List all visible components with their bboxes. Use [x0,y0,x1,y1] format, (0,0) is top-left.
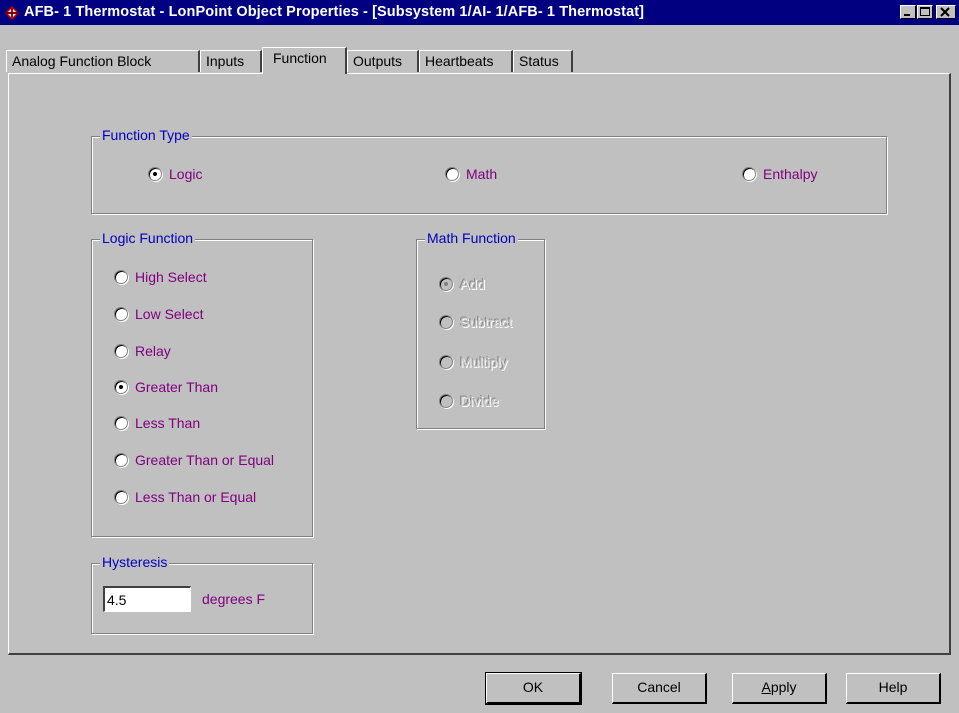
hysteresis-group: Hysteresis 4.5 degrees F [91,554,313,634]
function-tab-panel: Function Type Logic Math Enthalpy Logic … [8,73,951,655]
radio-label: Enthalpy [763,166,818,182]
function-type-group: Function Type Logic Math Enthalpy [91,127,887,214]
tab-label: Status [519,53,559,69]
radio-circle [439,394,453,408]
function-type-legend: Function Type [100,127,192,143]
radio-circle [114,453,128,467]
radio-circle [114,380,128,394]
cancel-button[interactable]: Cancel [612,673,707,704]
radio-circle [445,167,459,181]
help-button[interactable]: Help [846,673,941,704]
radio-label: Greater Than or Equal [135,452,275,468]
radio-circle [439,277,453,291]
radio-label: Subtract [460,314,513,330]
radio-label: Greater Than [135,379,219,395]
radio-label: Logic [169,166,203,182]
radio-label: Divide [460,393,499,409]
tab-inputs[interactable]: Inputs [200,50,262,72]
radio-label: Less Than [135,415,201,431]
radio-label: Low Select [135,306,204,322]
tab-label: Function [273,50,327,66]
radio-circle [114,416,128,430]
radio-circle [114,270,128,284]
maximize-button[interactable] [917,5,933,19]
radio-label: Multiply [460,354,508,370]
radio-label: Math [466,166,498,182]
title-bar: AFB- 1 Thermostat - LonPoint Object Prop… [0,0,959,25]
radio-circle [439,315,453,329]
minimize-button[interactable] [900,5,916,19]
tab-label: Inputs [206,53,245,69]
tab-label: Outputs [353,53,403,69]
radio-label: Add [460,276,485,292]
radio-label: High Select [135,269,207,285]
tab-function[interactable]: Function [262,47,347,74]
tab-heartbeats[interactable]: Heartbeats [419,50,513,72]
radio-circle [114,490,128,504]
app-icon[interactable] [4,5,20,21]
logic-function-group: Logic Function High Select Low Select Re… [91,230,313,537]
apply-label: Apply [761,679,797,695]
tab-outputs[interactable]: Outputs [347,50,419,72]
radio-label: Less Than or Equal [135,489,257,505]
tab-status[interactable]: Status [513,50,573,72]
hysteresis-legend: Hysteresis [100,554,170,570]
apply-button[interactable]: Apply [732,673,827,704]
logic-function-legend: Logic Function [100,230,196,246]
hysteresis-units: degrees F [202,591,266,607]
radio-circle [148,167,162,181]
tab-label: Heartbeats [425,53,494,69]
math-function-legend: Math Function [425,230,518,246]
radio-circle [114,344,128,358]
radio-circle [742,167,756,181]
ok-button[interactable]: OK [485,672,582,705]
window-title: AFB- 1 Thermostat - LonPoint Object Prop… [24,4,645,20]
close-button[interactable] [936,5,956,19]
radio-circle [439,355,453,369]
hysteresis-input[interactable]: 4.5 [103,586,191,612]
radio-circle [114,307,128,321]
math-function-group: Math Function Add Subtract Multiply Divi… [416,230,545,429]
radio-label: Relay [135,343,171,359]
tab-analog-function-block[interactable]: Analog Function Block [6,50,200,72]
tab-label: Analog Function Block [12,53,152,69]
